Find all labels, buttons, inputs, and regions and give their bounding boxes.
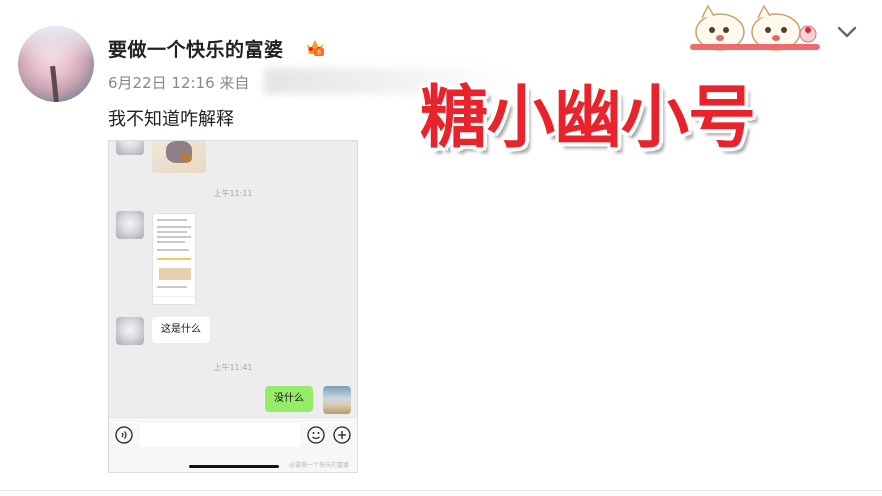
- emoji-icon: [307, 426, 325, 444]
- svg-text:6: 6: [317, 50, 321, 57]
- chat-text-field: [140, 423, 300, 447]
- post-source-label: 来自: [219, 74, 250, 92]
- post-text: 我不知道咋解释: [108, 109, 234, 130]
- mini-bottom-bar: [153, 296, 195, 304]
- chat-time-2: 上午11:41: [213, 363, 253, 372]
- mini-line: [157, 231, 187, 233]
- username[interactable]: 要做一个快乐的富婆: [108, 35, 284, 62]
- post-divider: [0, 490, 882, 491]
- my-avatar: [323, 386, 351, 414]
- sticker-jerry: [180, 153, 192, 163]
- mini-line: [157, 241, 185, 243]
- chevron-down-icon[interactable]: [836, 24, 858, 40]
- mini-line: [157, 249, 189, 251]
- chat-time-1: 上午11:11: [213, 189, 253, 198]
- post-date-time[interactable]: 6月22日 12:16: [108, 74, 215, 92]
- chat-bubble-incoming: 这是什么: [152, 317, 210, 343]
- mini-line: [157, 258, 191, 260]
- mini-line: [157, 219, 187, 221]
- watermark-text: 糖小幽小号: [420, 79, 756, 158]
- mini-line: [157, 226, 191, 228]
- post-meta: 6月22日 12:16 来自: [108, 68, 508, 94]
- contact-avatar: [116, 141, 144, 155]
- home-indicator: [189, 465, 279, 468]
- vip-badge-icon[interactable]: 6: [304, 36, 326, 58]
- mini-line: [157, 286, 187, 288]
- chat-bubble-outgoing: 没什么: [265, 386, 313, 412]
- contact-avatar: [116, 317, 144, 345]
- chat-screenshot-image[interactable]: 上午11:11 这是什么 上午11:41 没什么 @要做一个快乐的富婆: [108, 140, 358, 473]
- plus-icon: [333, 426, 351, 444]
- screenshot-footer-watermark: @要做一个快乐的富婆: [289, 462, 350, 469]
- chat-forwarded-screenshot: [152, 213, 196, 305]
- voice-icon: [115, 426, 133, 444]
- mini-image: [159, 268, 191, 280]
- chat-sticker-image: [152, 141, 206, 173]
- chat-input-bar: @要做一个快乐的富婆: [109, 417, 357, 472]
- avatar[interactable]: [18, 26, 94, 102]
- sticker-icon: [690, 4, 820, 51]
- mini-line: [157, 236, 191, 238]
- contact-avatar: [116, 211, 144, 239]
